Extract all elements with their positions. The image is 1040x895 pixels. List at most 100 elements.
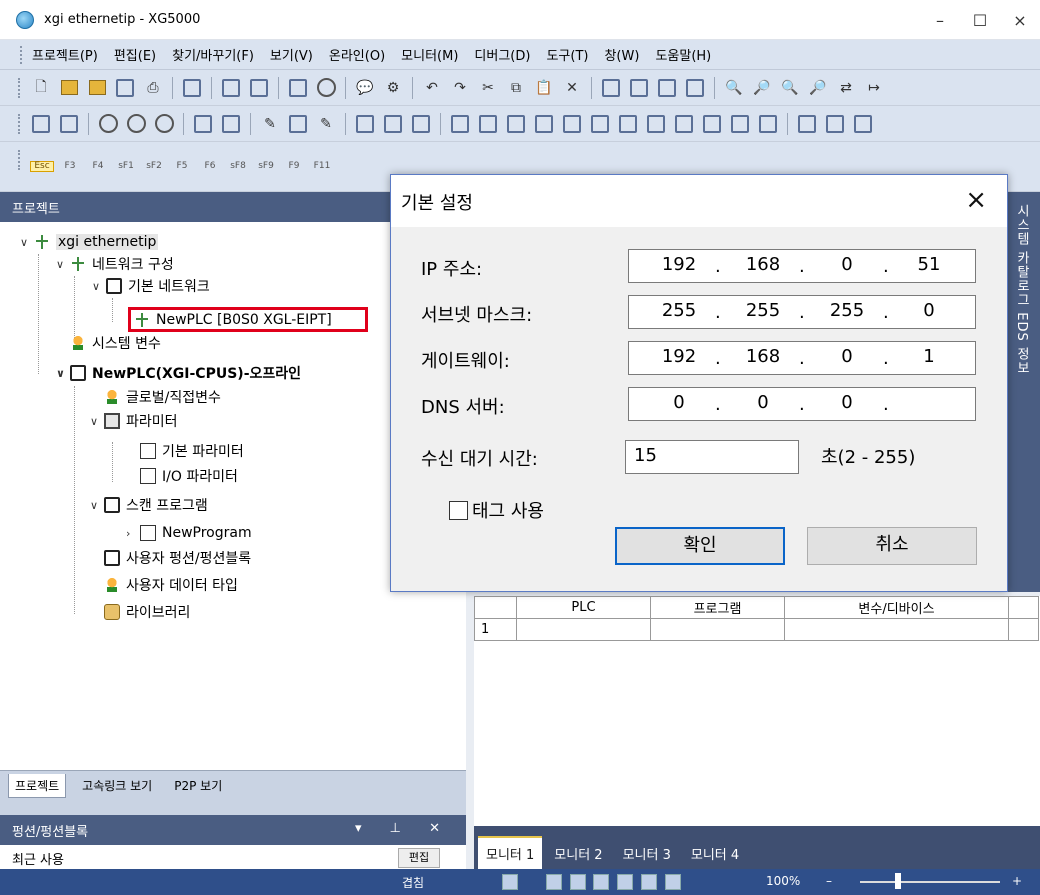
view-ladder-icon[interactable] (449, 113, 471, 135)
tag-use-checkbox[interactable]: 태그 사용 (449, 497, 544, 523)
key-f4[interactable]: F4 (86, 162, 110, 171)
view-memo-icon[interactable] (729, 113, 751, 135)
settings-icon[interactable]: ⚙ (382, 77, 404, 99)
monitor-stop-icon[interactable] (315, 77, 337, 99)
grid-cell-program[interactable] (650, 618, 785, 641)
delete-row-icon[interactable] (628, 77, 650, 99)
compile-icon[interactable] (354, 113, 376, 135)
key-f5[interactable]: F5 (170, 162, 194, 171)
tab-p2p[interactable]: P2P 보기 (168, 774, 228, 797)
tab-highspeed-link[interactable]: 고속링크 보기 (76, 774, 158, 797)
checkbox-icon[interactable] (449, 500, 468, 520)
ok-button[interactable]: 확인 (615, 527, 785, 565)
minimize-button[interactable]: – (920, 0, 960, 40)
stop-icon[interactable] (125, 113, 147, 135)
close-window-button[interactable]: × (1000, 0, 1040, 40)
menu-find-replace[interactable]: 찾기/바꾸기(F) (172, 45, 254, 64)
menu-project[interactable]: 프로젝트(P) (32, 45, 98, 64)
tree-item-basic-parameters[interactable]: 기본 파라미터 (140, 440, 244, 462)
view-comment-icon[interactable] (617, 113, 639, 135)
menu-monitor[interactable]: 모니터(M) (401, 45, 458, 64)
collapse-icon[interactable]: ∨ (90, 415, 104, 428)
view-icon-4[interactable] (641, 874, 658, 890)
menu-edit[interactable]: 편집(E) (114, 45, 156, 64)
key-esc[interactable]: Esc (30, 161, 54, 172)
tree-item-plc[interactable]: ∨ NewPLC(XGI-CPUS)-오프라인 (56, 362, 301, 384)
new-file-icon[interactable]: 🗋 (30, 77, 52, 99)
view-icon-5[interactable] (664, 874, 681, 890)
dialog-close-icon[interactable]: × (965, 185, 987, 215)
collapse-icon[interactable]: ∨ (56, 258, 70, 271)
tab-monitor-3[interactable]: 모니터 3 (615, 838, 679, 869)
edit-start-icon[interactable]: ✎ (259, 113, 281, 135)
subnet-octet-3[interactable]: 255 (817, 300, 877, 321)
grid-cell-extra[interactable] (1008, 618, 1039, 641)
view-device-icon[interactable] (589, 113, 611, 135)
grid-cell-variable[interactable] (784, 618, 1009, 641)
undo-icon[interactable]: ↶ (421, 77, 443, 99)
key-f6[interactable]: F6 (198, 162, 222, 171)
menu-window[interactable]: 창(W) (604, 45, 639, 64)
comment-icon[interactable]: 💬 (354, 77, 376, 99)
tree-item-system-variables[interactable]: 시스템 변수 (70, 332, 161, 354)
zoom-in-button[interactable]: + (1012, 874, 1022, 888)
check-program-icon[interactable] (410, 113, 432, 135)
dns-server-field[interactable]: 0 . 0 . 0 . (628, 387, 976, 421)
connect-icon[interactable] (220, 77, 242, 99)
monitor-start-icon[interactable] (287, 77, 309, 99)
collapse-icon[interactable]: ∨ (90, 499, 104, 512)
copy-icon[interactable]: ⧉ (505, 77, 527, 99)
subnet-octet-2[interactable]: 255 (733, 300, 793, 321)
replace-device-icon[interactable]: 🔎 (807, 77, 829, 99)
gateway-octet-4[interactable]: 1 (899, 346, 959, 367)
run-icon[interactable] (97, 113, 119, 135)
tree-item-newprogram[interactable]: › NewProgram (126, 522, 252, 544)
menu-view[interactable]: 보기(V) (270, 45, 313, 64)
zoom-in-icon[interactable] (796, 113, 818, 135)
view-icon-2[interactable] (593, 874, 610, 890)
view-variable-icon[interactable] (561, 113, 583, 135)
open-folder-icon[interactable] (58, 77, 80, 99)
view-message-icon[interactable] (757, 113, 779, 135)
escape-icon[interactable] (852, 113, 874, 135)
zoom-out-button[interactable]: – (826, 874, 832, 888)
edit-end-icon[interactable]: ✎ (315, 113, 337, 135)
gateway-octet-2[interactable]: 168 (733, 346, 793, 367)
offline-mode-icon[interactable] (58, 113, 80, 135)
zoom-slider-track[interactable] (860, 881, 1000, 883)
subnet-octet-1[interactable]: 255 (649, 300, 709, 321)
collapse-icon[interactable]: ∨ (92, 280, 106, 293)
online-mode-icon[interactable] (30, 113, 52, 135)
menu-tools[interactable]: 도구(T) (546, 45, 588, 64)
view-table-icon[interactable] (645, 113, 667, 135)
gateway-octet-3[interactable]: 0 (817, 346, 877, 367)
gateway-field[interactable]: 192 . 168 . 0 . 1 (628, 341, 976, 375)
disconnect-icon[interactable] (248, 77, 270, 99)
find-icon[interactable]: 🔍 (723, 77, 745, 99)
tree-item-global-variables[interactable]: 글로벌/직접변수 (104, 386, 221, 408)
tab-project[interactable]: 프로젝트 (8, 773, 67, 798)
delete-icon[interactable]: ✕ (561, 77, 583, 99)
tree-item-project[interactable]: ∨ xgi ethernetip (20, 231, 159, 253)
cut-icon[interactable]: ✂ (477, 77, 499, 99)
find-next-icon[interactable]: 🔎 (751, 77, 773, 99)
subnet-mask-field[interactable]: 255 . 255 . 255 . 0 (628, 295, 976, 329)
view-monitor-icon[interactable] (673, 113, 695, 135)
tree-item-network-config[interactable]: ∨ 네트워크 구성 (56, 253, 174, 275)
tree-item-library[interactable]: 라이브러리 (104, 601, 190, 623)
ip-octet-1[interactable]: 192 (649, 254, 709, 275)
collapse-icon[interactable]: ∨ (20, 236, 34, 249)
gateway-octet-1[interactable]: 192 (649, 346, 709, 367)
grid-cell-plc[interactable] (516, 618, 651, 641)
tree-item-parameters[interactable]: ∨ 파라미터 (90, 410, 178, 432)
expand-icon[interactable]: › (126, 527, 140, 540)
key-sf8[interactable]: sF8 (226, 162, 250, 171)
tab-monitor-2[interactable]: 모니터 2 (546, 838, 610, 869)
write-icon[interactable] (192, 113, 214, 135)
compile-all-icon[interactable] (382, 113, 404, 135)
tab-monitor-1[interactable]: 모니터 1 (478, 836, 543, 869)
preview-icon[interactable] (181, 77, 203, 99)
edit-write-icon[interactable] (287, 113, 309, 135)
tree-item-user-functions[interactable]: 사용자 펑션/펑션블록 (104, 547, 251, 569)
tree-item-basic-network[interactable]: ∨ 기본 네트워크 (92, 275, 210, 297)
